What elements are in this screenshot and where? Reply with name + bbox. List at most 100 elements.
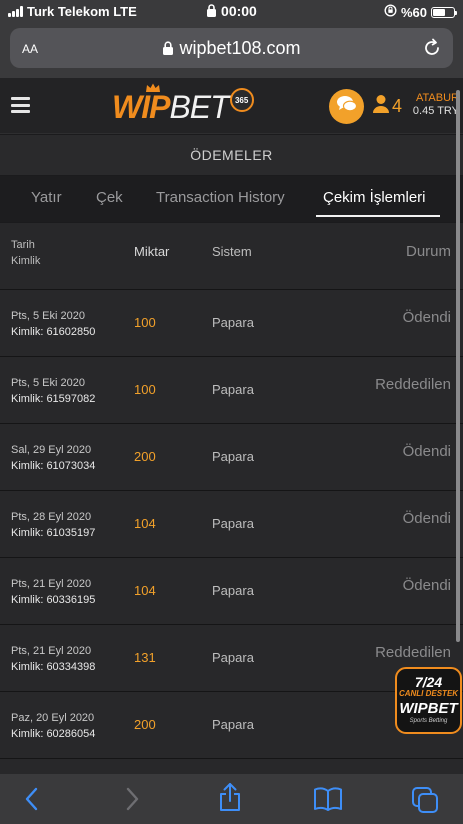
lock-icon <box>206 3 221 19</box>
reload-icon[interactable] <box>423 37 441 62</box>
header-id: Kimlik <box>11 255 41 267</box>
tab-withdraw-transactions[interactable]: Çekim İşlemleri <box>323 189 426 206</box>
row-amount: 104 <box>134 516 156 531</box>
row-date: Pts, 21 Eyl 2020 <box>11 578 92 590</box>
table-row[interactable]: Pts, 28 Eyl 2020 Kimlik: 61035197 104 Pap… <box>0 491 463 558</box>
username: ATABUR <box>416 92 459 104</box>
site-logo[interactable]: WIP BET 365 <box>112 88 254 126</box>
support-brand: WIPBET <box>399 700 458 717</box>
support-tagline: Sports Betting <box>409 718 448 724</box>
tab-withdraw[interactable]: Çek <box>96 189 123 206</box>
table-row[interactable]: Pts, 5 Eki 2020 Kimlik: 61597082 100 Papa… <box>0 357 463 424</box>
row-date-id: Pts, 5 Eki 2020 Kimlik: 61597082 <box>11 375 95 407</box>
row-status: Reddedilen <box>375 644 451 661</box>
back-arrow-icon[interactable] <box>22 786 42 817</box>
table-row[interactable]: Pts, 21 Eyl 2020 Kimlik: 60336195 104 Pap… <box>0 558 463 625</box>
row-system: Papara <box>212 583 254 598</box>
row-date: Pts, 28 Eyl 2020 <box>11 511 92 523</box>
row-id: Kimlik: 61597082 <box>11 393 96 405</box>
row-date-id: Sal, 29 Eyl 2020 Kimlik: 61073034 <box>11 442 95 474</box>
row-date: Paz, 20 Eyl 2020 <box>11 712 95 724</box>
table-row[interactable]: Pts, 21 Eyl 2020 Kimlik: 60334398 131 Pap… <box>0 625 463 692</box>
orientation-lock-icon <box>384 4 397 20</box>
withdrawals-table: Tarih Kimlik Miktar Sistem Durum Pts, 5 … <box>0 223 463 779</box>
table-header: Tarih Kimlik Miktar Sistem Durum <box>0 223 463 290</box>
chat-bubbles-icon <box>336 94 358 119</box>
share-icon[interactable] <box>217 782 243 817</box>
logo-wip: WIP <box>112 88 170 125</box>
header-amount: Miktar <box>134 244 170 259</box>
row-system: Papara <box>212 449 254 464</box>
bookmarks-icon[interactable] <box>313 786 343 817</box>
user-area[interactable]: 4 <box>372 94 402 119</box>
battery-percent: %60 <box>400 4 427 20</box>
row-date-id: Pts, 21 Eyl 2020 Kimlik: 60334398 <box>11 643 95 675</box>
row-amount: 200 <box>134 449 156 464</box>
user-icon <box>372 94 390 119</box>
address-bar[interactable]: AA wipbet108.com <box>10 28 453 68</box>
row-status: Ödendi <box>402 443 451 460</box>
browser-toolbar <box>0 774 463 824</box>
payment-tabs: Yatır Çek Transaction History Çekim İşle… <box>0 176 463 222</box>
support-hours: 7/24 <box>414 674 443 690</box>
clock-label: 00:00 <box>221 3 257 19</box>
tab-deposit[interactable]: Yatır <box>31 189 62 206</box>
row-id: Kimlik: 61073034 <box>11 460 96 472</box>
battery-fill <box>433 8 445 16</box>
row-amount: 104 <box>134 583 156 598</box>
row-date: Pts, 21 Eyl 2020 <box>11 645 92 657</box>
browser-address-area: AA wipbet108.com <box>0 24 463 78</box>
row-id: Kimlik: 60334398 <box>11 661 96 673</box>
row-status: Ödendi <box>402 309 451 326</box>
battery-icon <box>431 6 457 18</box>
chat-button[interactable] <box>329 89 364 124</box>
row-system: Papara <box>212 516 254 531</box>
live-support-button[interactable]: 7/24 CANLI DESTEK WIPBET Sports Betting <box>395 667 462 734</box>
support-label: CANLI DESTEK <box>398 689 459 698</box>
status-right: %60 <box>384 4 457 20</box>
row-id: Kimlik: 61602850 <box>11 326 96 338</box>
status-bar: Turk Telekom LTE 00:00 %60 <box>0 0 463 24</box>
header-date: Tarih <box>11 239 35 251</box>
scroll-indicator <box>456 90 460 642</box>
header-status: Durum <box>405 243 451 260</box>
account-summary[interactable]: ATABUR 0.45 TRY <box>413 92 459 118</box>
row-date-id: Paz, 20 Eyl 2020 Kimlik: 60286054 <box>11 710 95 742</box>
row-amount: 100 <box>134 382 156 397</box>
row-id: Kimlik: 60336195 <box>11 594 96 606</box>
page-title: ÖDEMELER <box>0 135 463 175</box>
row-status: Ödendi <box>402 577 451 594</box>
table-row[interactable]: Pts, 5 Eki 2020 Kimlik: 61602850 100 Papa… <box>0 290 463 357</box>
header-date-id: Tarih Kimlik <box>11 237 40 269</box>
row-date-id: Pts, 28 Eyl 2020 Kimlik: 61035197 <box>11 509 95 541</box>
row-date-id: Pts, 21 Eyl 2020 Kimlik: 60336195 <box>11 576 95 608</box>
url-display[interactable]: wipbet108.com <box>10 38 453 59</box>
url-label: wipbet108.com <box>179 38 301 58</box>
row-date: Sal, 29 Eyl 2020 <box>11 444 92 456</box>
site-header: WIP BET 365 4 ATABUR 0.45 TRY <box>0 78 463 134</box>
balance: 0.45 TRY <box>412 105 459 117</box>
padlock-icon <box>162 38 179 58</box>
row-system: Papara <box>212 315 254 330</box>
row-status: Reddedilen <box>375 376 451 393</box>
row-date: Pts, 5 Eki 2020 <box>11 377 85 389</box>
forward-arrow-icon[interactable] <box>122 786 142 817</box>
row-id: Kimlik: 60286054 <box>11 728 96 740</box>
logo-365-badge: 365 <box>229 88 254 112</box>
tabs-icon[interactable] <box>411 786 439 819</box>
row-id: Kimlik: 61035197 <box>11 527 96 539</box>
logo-bet: BET <box>169 88 229 125</box>
menu-icon[interactable] <box>11 97 30 113</box>
row-date-id: Pts, 5 Eki 2020 Kimlik: 61602850 <box>11 308 95 340</box>
row-amount: 200 <box>134 717 156 732</box>
tab-transaction-history[interactable]: Transaction History <box>156 189 285 206</box>
row-system: Papara <box>212 717 254 732</box>
row-amount: 131 <box>134 650 156 665</box>
row-status: Ödendi <box>402 510 451 527</box>
table-row[interactable]: Paz, 20 Eyl 2020 Kimlik: 60286054 200 Pap… <box>0 692 463 759</box>
row-system: Papara <box>212 650 254 665</box>
user-count: 4 <box>392 96 403 116</box>
row-amount: 100 <box>134 315 156 330</box>
table-row[interactable]: Sal, 29 Eyl 2020 Kimlik: 61073034 200 Pap… <box>0 424 463 491</box>
active-tab-indicator <box>316 215 440 217</box>
